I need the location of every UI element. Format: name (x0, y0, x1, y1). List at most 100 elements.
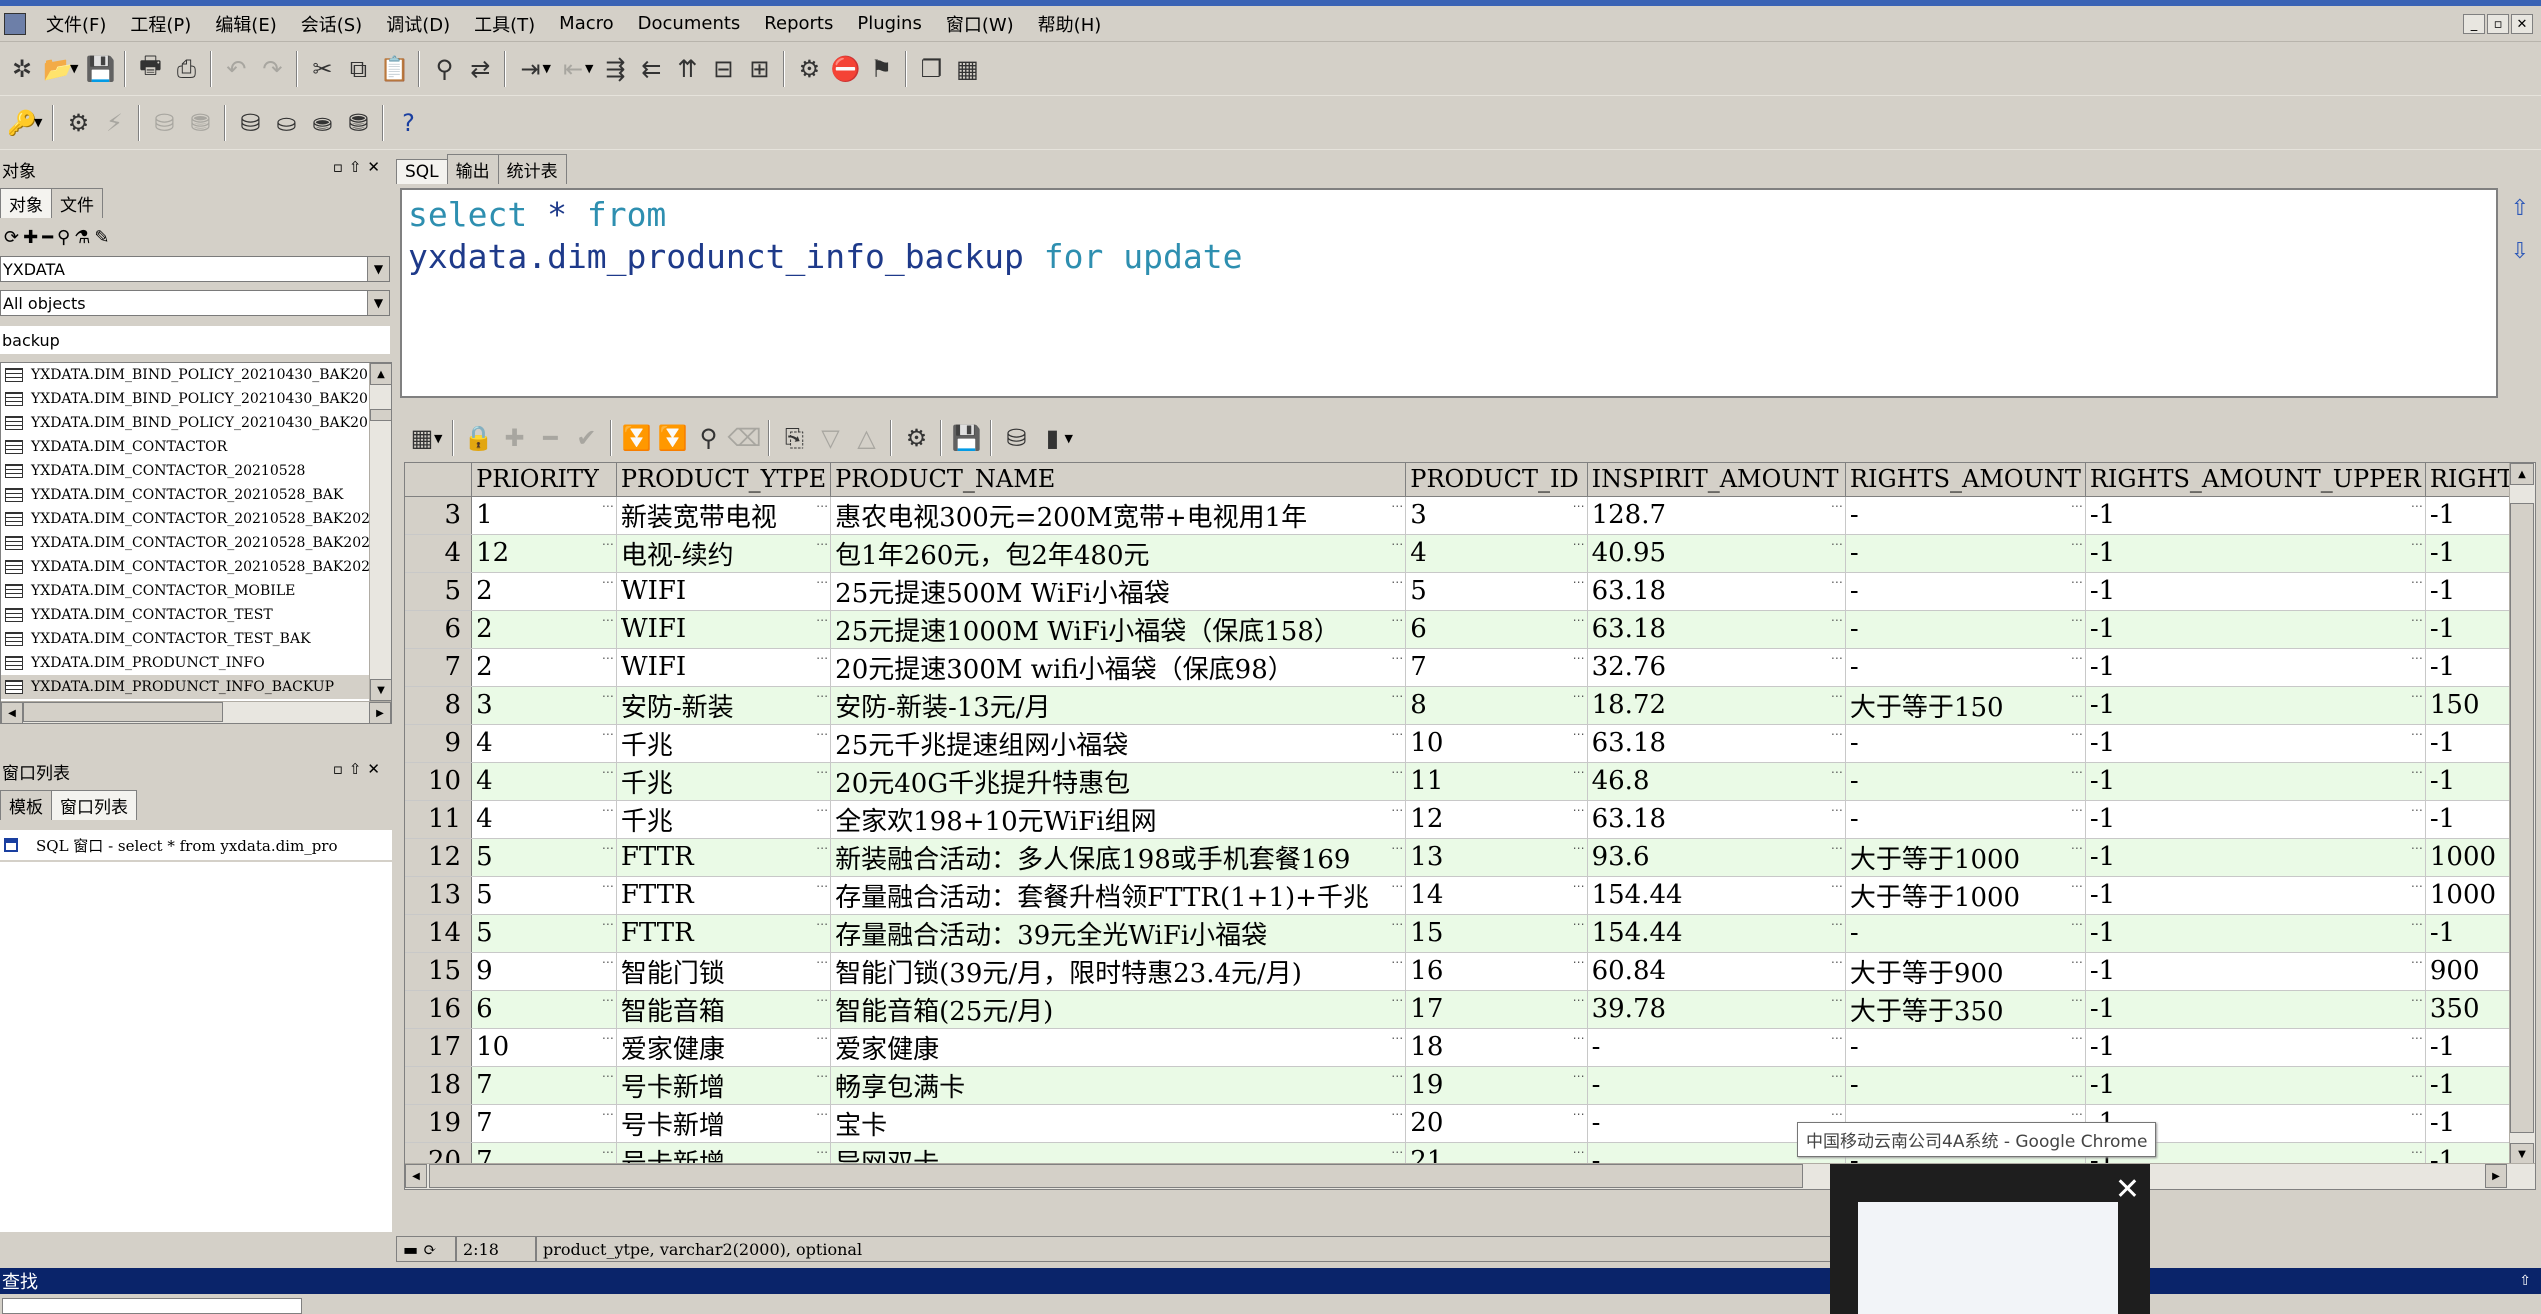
tab-statistics[interactable]: 统计表 (497, 154, 567, 184)
tab-objects[interactable]: 对象 (0, 188, 52, 218)
query-by-example-icon[interactable]: ⚙ (898, 418, 934, 458)
table-row[interactable]: 3 1 ⋯ 新装宽带电视 ⋯ 惠农电视300元=200M宽带+电视用1年 ⋯ 3 ⋯ 128.7 ⋯… (405, 496, 2535, 535)
table-cell[interactable]: 11 ⋯ (1405, 762, 1588, 801)
table-cell[interactable]: -⋯ (1587, 1028, 1846, 1067)
table-row[interactable]: 17 10 ⋯ 爱家健康 ⋯ 爱家健康 ⋯ 18 ⋯ - ⋯ - ⋯ -1 ⋯ -1 (405, 1028, 2535, 1067)
table-cell[interactable]: 5 ⋯ (471, 914, 617, 953)
sql-trace-icon[interactable]: ⛀ (268, 103, 304, 143)
row-number[interactable]: 3 (405, 496, 473, 535)
object-list-item[interactable]: YXDATA.DIM_CONTACTOR_20210528_BAK2022( (1, 531, 384, 555)
execute-icon[interactable]: ⚙ (791, 49, 827, 89)
table-cell[interactable]: -⋯ (1845, 914, 2086, 953)
cell-editor-icon[interactable]: ⋯ (1391, 651, 1403, 665)
cell-editor-icon[interactable]: ⋯ (1573, 727, 1585, 741)
scroll-down-icon[interactable]: ▼ (370, 679, 391, 701)
cell-editor-icon[interactable]: ⋯ (2071, 499, 2083, 513)
column-header[interactable]: PRODUCT_ID (1405, 463, 1588, 497)
menu-macro[interactable]: Macro (547, 13, 625, 34)
cell-editor-icon[interactable]: ⋯ (2071, 689, 2083, 703)
table-cell[interactable]: -⋯ (1845, 762, 2086, 801)
cell-editor-icon[interactable]: ⋯ (602, 1031, 614, 1045)
table-row[interactable]: 8 3 ⋯ 安防-新装 ⋯ 安防-新装-13元/月 ⋯ 8 ⋯ 18.72 ⋯ 大于等于150 ⋯ -1 ⋯… (405, 686, 2535, 725)
scroll-up-icon[interactable]: ▲ (2510, 463, 2534, 485)
table-cell[interactable]: 大于等于1000 ⋯ (1845, 838, 2086, 877)
table-row[interactable]: 7 2 ⋯ WIFI ⋯ 20元提速300M wifi小福袋（保底98） ⋯ 7 ⋯ 32.76 ⋯… (405, 648, 2535, 687)
cell-editor-icon[interactable]: ⋯ (1391, 803, 1403, 817)
table-cell[interactable]: -1⋯ (2085, 762, 2426, 801)
cell-editor-icon[interactable]: ⋯ (1391, 765, 1403, 779)
cell-editor-icon[interactable]: ⋯ (2071, 575, 2083, 589)
object-type-combo[interactable]: All objects ▼ (0, 290, 390, 316)
table-cell[interactable]: 大于等于350 ⋯ (1845, 990, 2086, 1029)
cell-editor-icon[interactable]: ⋯ (1391, 993, 1403, 1007)
table-cell[interactable]: 25元提速500M WiFi小福袋 ⋯ (830, 572, 1407, 611)
cell-editor-icon[interactable]: ⋯ (1831, 575, 1843, 589)
cell-editor-icon[interactable]: ⋯ (1573, 1069, 1585, 1083)
table-cell[interactable]: -⋯ (1845, 724, 2086, 763)
table-cell[interactable]: -⋯ (1845, 534, 2086, 573)
table-cell[interactable]: -⋯ (1845, 800, 2086, 839)
open-dropdown-icon[interactable]: ▼ (70, 62, 78, 75)
delete-record-icon[interactable]: ━ (532, 418, 568, 458)
table-cell[interactable]: -1⋯ (2085, 534, 2426, 573)
table-cell[interactable]: 5 ⋯ (471, 876, 617, 915)
cell-editor-icon[interactable]: ⋯ (1391, 613, 1403, 627)
cell-editor-icon[interactable]: ⋯ (2411, 499, 2423, 513)
cell-editor-icon[interactable]: ⋯ (1831, 1069, 1843, 1083)
cell-editor-icon[interactable]: ⋯ (816, 575, 828, 589)
menu-debug[interactable]: 调试(D) (374, 11, 462, 37)
table-cell[interactable]: 宝卡 ⋯ (830, 1104, 1407, 1143)
table-row[interactable]: 10 4 ⋯ 千兆 ⋯ 20元40G千兆提升特惠包 ⋯ 11 ⋯ 46.8 ⋯ - ⋯ -1 ⋯ -1 (405, 762, 2535, 801)
table-cell[interactable]: -1⋯ (2085, 914, 2426, 953)
cell-editor-icon[interactable]: ⋯ (2411, 765, 2423, 779)
cell-editor-icon[interactable]: ⋯ (602, 1107, 614, 1121)
table-cell[interactable]: 全家欢198+10元WiFi组网 ⋯ (830, 800, 1407, 839)
table-cell[interactable]: 爱家健康 ⋯ (616, 1028, 832, 1067)
row-number[interactable]: 7 (405, 648, 473, 687)
table-cell[interactable]: -⋯ (1845, 1066, 2086, 1105)
cell-editor-icon[interactable]: ⋯ (816, 613, 828, 627)
table-cell[interactable]: 畅享包满卡 ⋯ (830, 1066, 1407, 1105)
object-list-item[interactable]: YXDATA.DIM_CONTACTOR_TEST_BAK (1, 627, 369, 651)
filter-up-icon[interactable]: △ (848, 418, 884, 458)
cell-editor-icon[interactable]: ⋯ (2071, 613, 2083, 627)
cut-icon[interactable]: ✂ (304, 49, 340, 89)
cell-editor-icon[interactable]: ⋯ (602, 917, 614, 931)
table-cell[interactable]: 40.95 ⋯ (1587, 534, 1846, 573)
print-icon[interactable]: 🖶 (132, 49, 168, 89)
table-cell[interactable]: 新装融合活动：多人保底198或手机套餐169 ⋯ (830, 838, 1407, 877)
cell-editor-icon[interactable]: ⋯ (2411, 1069, 2423, 1083)
clear-icon[interactable]: ⌫ (726, 418, 762, 458)
row-number[interactable]: 8 (405, 686, 473, 725)
post-changes-icon[interactable]: ✔ (568, 418, 604, 458)
object-list-item[interactable]: YXDATA.DIM_BIND_POLICY_20210430_BAK20: (1, 387, 373, 411)
table-cell[interactable]: FTTR ⋯ (616, 914, 832, 953)
row-number[interactable]: 10 (405, 762, 473, 801)
user-combo[interactable]: YXDATA ▼ (0, 256, 390, 282)
cell-editor-icon[interactable]: ⋯ (1573, 537, 1585, 551)
copy-icon[interactable]: ⧉ (340, 49, 376, 89)
cell-editor-icon[interactable]: ⋯ (2071, 955, 2083, 969)
object-list-hscroll[interactable]: ◀ ▶ (1, 701, 391, 723)
cell-editor-icon[interactable]: ⋯ (2071, 993, 2083, 1007)
cell-editor-icon[interactable]: ⋯ (1573, 917, 1585, 931)
table-cell[interactable]: 千兆 ⋯ (616, 724, 832, 763)
row-number[interactable]: 4 (405, 534, 473, 573)
cell-editor-icon[interactable]: ⋯ (1391, 1107, 1403, 1121)
table-cell[interactable]: 19 ⋯ (1405, 1066, 1588, 1105)
grid-corner[interactable] (405, 463, 473, 497)
filter-down-icon[interactable]: ▽ (812, 418, 848, 458)
next-page-icon[interactable]: ⏬ (618, 418, 654, 458)
row-number[interactable]: 16 (405, 990, 473, 1029)
table-cell[interactable]: 3 ⋯ (471, 686, 617, 725)
table-cell[interactable]: 63.18 ⋯ (1587, 724, 1846, 763)
cell-editor-icon[interactable]: ⋯ (1573, 841, 1585, 855)
db-connect-icon[interactable]: ⛃ (340, 103, 376, 143)
table-cell[interactable]: 17 ⋯ (1405, 990, 1588, 1029)
table-cell[interactable]: 93.6 ⋯ (1587, 838, 1846, 877)
table-cell[interactable]: -1⋯ (2085, 952, 2426, 991)
table-cell[interactable]: 电视-续约 ⋯ (616, 534, 832, 573)
cell-editor-icon[interactable]: ⋯ (816, 993, 828, 1007)
table-cell[interactable]: 2 ⋯ (471, 572, 617, 611)
cell-editor-icon[interactable]: ⋯ (2411, 651, 2423, 665)
